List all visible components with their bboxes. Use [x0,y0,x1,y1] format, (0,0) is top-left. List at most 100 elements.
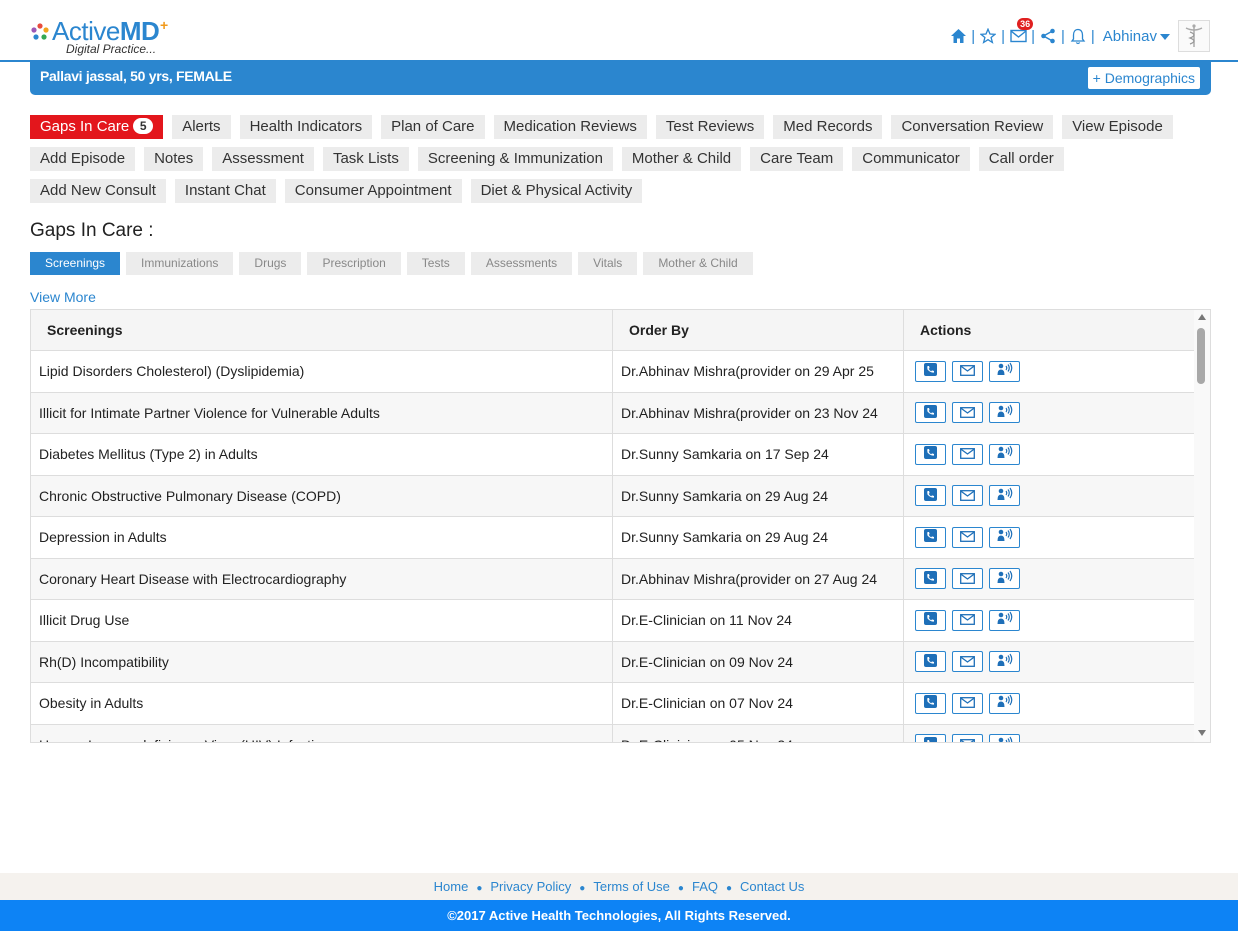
screening-name: Depression in Adults [31,517,613,558]
screening-name: Lipid Disorders Cholesterol) (Dyslipidem… [31,351,613,392]
tab-care-team[interactable]: Care Team [750,147,844,171]
scroll-up-arrow[interactable] [1198,314,1206,320]
tab-conversation-review[interactable]: Conversation Review [891,115,1054,139]
separator: | [971,27,976,45]
call-button[interactable] [915,402,946,424]
tab-add-new-consult[interactable]: Add New Consult [30,179,166,203]
voice-speaker-icon [996,559,1013,599]
voice-button[interactable] [989,651,1020,673]
message-button[interactable] [952,609,983,631]
voice-button[interactable] [989,443,1020,465]
scroll-thumb[interactable] [1197,328,1205,384]
home-icon[interactable] [949,27,967,45]
scroll-down-arrow[interactable] [1198,730,1206,736]
share-icon[interactable] [1039,27,1057,45]
demographics-button[interactable]: + Demographics [1087,67,1200,89]
subtab-prescription[interactable]: Prescription [307,252,401,275]
call-button[interactable] [915,360,946,382]
message-button[interactable] [952,402,983,424]
tab-label: Gaps In Care [40,118,130,135]
tab-add-episode[interactable]: Add Episode [30,147,136,171]
footer-dot: ● [579,883,586,894]
table-scrollbar[interactable] [1194,310,1210,742]
tab-health-indicators[interactable]: Health Indicators [239,115,373,139]
tab-call-order[interactable]: Call order [978,147,1064,171]
user-menu[interactable]: Abhinav [1103,28,1170,45]
table-row: Chronic Obstructive Pulmonary Disease (C… [31,475,1195,517]
call-button[interactable] [915,485,946,507]
table-row: Illicit for Intimate Partner Violence fo… [31,392,1195,434]
subtab-drugs[interactable]: Drugs [239,252,302,275]
view-more-link[interactable]: View More [30,289,96,305]
message-button[interactable] [952,734,983,742]
user-name: Abhinav [1102,27,1157,45]
voice-button[interactable] [989,526,1020,548]
footer-link-contact-us[interactable]: Contact Us [740,879,804,894]
bell-icon[interactable] [1069,27,1087,45]
logo-tagline: Digital Practice... [66,42,157,56]
row-actions [904,393,1195,434]
tab-diet-physical-activity[interactable]: Diet & Physical Activity [470,179,643,203]
star-icon[interactable] [979,27,997,45]
tab-medication-reviews[interactable]: Medication Reviews [493,115,647,139]
footer-link-home[interactable]: Home [434,879,469,894]
voice-button[interactable] [989,692,1020,714]
call-button[interactable] [915,734,946,742]
activemd-logo[interactable]: ActiveMD + Digital Practice... [30,16,180,58]
call-button[interactable] [915,651,946,673]
order-by: Dr.E-Clinician on 09 Nov 24 [613,641,904,682]
subtab-assessments[interactable]: Assessments [470,252,573,275]
tab-view-episode[interactable]: View Episode [1062,115,1173,139]
call-button[interactable] [915,609,946,631]
screening-name: Chronic Obstructive Pulmonary Disease (C… [31,475,613,516]
mail-icon[interactable]: 36 [1009,18,1034,45]
tab-task-lists[interactable]: Task Lists [322,147,409,171]
voice-speaker-icon [996,351,1013,391]
footer-link-faq[interactable]: FAQ [692,879,718,894]
order-by: Dr.Abhinav Mishra(provider on 27 Aug 24 [613,558,904,599]
tab-notes[interactable]: Notes [144,147,204,171]
call-button[interactable] [915,568,946,590]
voice-button[interactable] [989,734,1020,742]
message-button[interactable] [952,568,983,590]
column-header-order-by: Order By [613,310,904,351]
tab-alerts[interactable]: Alerts [172,115,231,139]
tab-gaps-in-care[interactable]: Gaps In Care 5 [30,115,164,139]
call-button[interactable] [915,692,946,714]
message-button[interactable] [952,526,983,548]
footer-dot: ● [677,883,684,894]
footer-link-terms-of-use[interactable]: Terms of Use [593,879,670,894]
envelope-icon [960,725,975,742]
tab-med-records[interactable]: Med Records [773,115,883,139]
footer-link-privacy-policy[interactable]: Privacy Policy [490,879,571,894]
voice-button[interactable] [989,402,1020,424]
voice-button[interactable] [989,609,1020,631]
tab-assessment[interactable]: Assessment [212,147,314,171]
voice-speaker-icon [996,683,1013,723]
tab-communicator[interactable]: Communicator [852,147,970,171]
avatar[interactable] [1178,20,1210,52]
call-button[interactable] [915,526,946,548]
voice-button[interactable] [989,360,1020,382]
subtab-screenings[interactable]: Screenings [30,252,121,275]
voice-button[interactable] [989,568,1020,590]
tab-test-reviews[interactable]: Test Reviews [655,115,765,139]
tab-consumer-appointment[interactable]: Consumer Appointment [284,179,462,203]
call-button[interactable] [915,443,946,465]
tab-plan-of-care[interactable]: Plan of Care [381,115,485,139]
subtab-vitals[interactable]: Vitals [578,252,638,275]
subtab-tests[interactable]: Tests [406,252,465,275]
message-button[interactable] [952,360,983,382]
voice-button[interactable] [989,485,1020,507]
phone-icon [924,517,937,557]
message-button[interactable] [952,692,983,714]
subtab-immunizations[interactable]: Immunizations [126,252,234,275]
message-button[interactable] [952,485,983,507]
message-button[interactable] [952,443,983,465]
tab-instant-chat[interactable]: Instant Chat [174,179,276,203]
envelope-icon [960,559,975,599]
tab-screening-immunization[interactable]: Screening & Immunization [417,147,613,171]
tab-mother-child[interactable]: Mother & Child [621,147,742,171]
message-button[interactable] [952,651,983,673]
subtab-mother-child[interactable]: Mother & Child [643,252,753,275]
